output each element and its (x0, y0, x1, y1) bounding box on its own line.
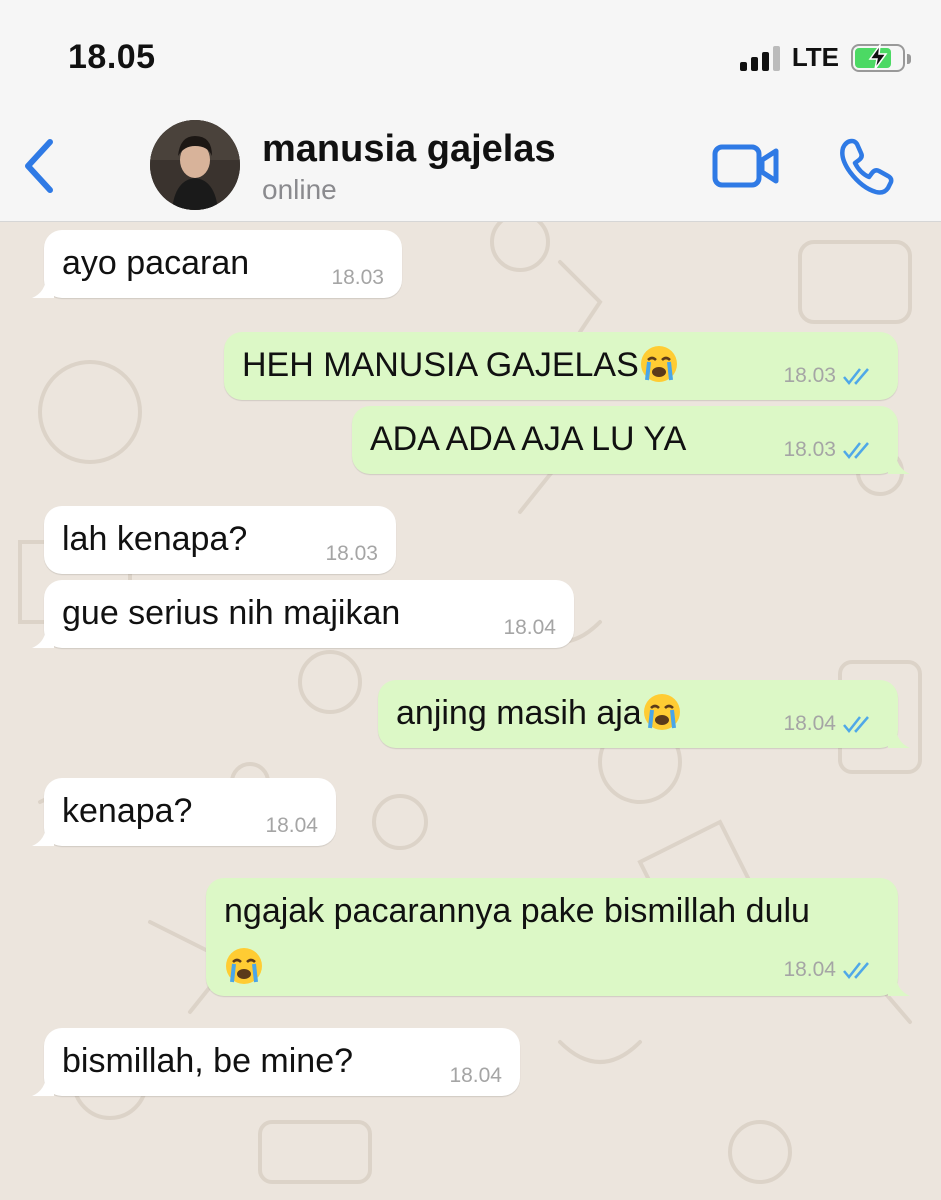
read-ticks-icon (843, 962, 869, 979)
read-ticks-icon (843, 716, 869, 733)
phone-icon (840, 138, 894, 195)
loudly-crying-face-icon (643, 694, 680, 731)
read-ticks-icon (843, 442, 869, 459)
message-time: 18.04 (265, 814, 318, 837)
loudly-crying-face-icon (640, 346, 677, 383)
contact-status: online (262, 174, 337, 205)
video-call-button[interactable] (712, 142, 780, 190)
contact-avatar[interactable] (150, 120, 240, 210)
message-text: lah kenapa? (62, 520, 248, 558)
message-time: 18.04 (503, 616, 556, 639)
video-call-icon (712, 144, 779, 188)
message-outgoing[interactable]: ADA ADA AJA LU YA 18.03 (352, 406, 910, 474)
chat-area[interactable]: ayo pacaran 18.03 HEH MANUSIA GAJELAS 18… (0, 222, 941, 1200)
message-time: 18.03 (783, 438, 836, 461)
chat-header: manusia gajelas online (0, 110, 941, 222)
message-text: ngajak pacarannya pake bismillah dulu (224, 892, 810, 930)
message-outgoing[interactable]: HEH MANUSIA GAJELAS 18.03 (224, 332, 898, 400)
message-text: ayo pacaran (62, 244, 250, 282)
message-text: ADA ADA AJA LU YA (370, 420, 687, 458)
contact-name[interactable]: manusia gajelas (262, 128, 556, 171)
message-text: gue serius nih majikan (62, 594, 401, 632)
message-incoming[interactable]: kenapa? 18.04 (32, 778, 336, 846)
signal-icon (739, 45, 780, 71)
loudly-crying-face-icon (226, 948, 262, 984)
status-bar: 18.05 LTE (0, 0, 941, 110)
message-text: kenapa? (62, 792, 193, 830)
status-time: 18.05 (68, 38, 156, 76)
read-ticks-icon (843, 368, 869, 385)
message-outgoing[interactable]: ngajak pacarannya pake bismillah dulu 18… (206, 878, 910, 996)
battery-icon (851, 43, 911, 72)
message-incoming[interactable]: ayo pacaran 18.03 (32, 230, 402, 298)
message-incoming[interactable]: gue serius nih majikan 18.04 (32, 580, 574, 648)
message-time: 18.04 (449, 1064, 502, 1087)
message-text: bismillah, be mine? (62, 1042, 354, 1080)
message-time: 18.03 (783, 364, 836, 387)
message-time: 18.04 (783, 712, 836, 735)
message-time: 18.04 (783, 958, 836, 981)
message-text: HEH MANUSIA GAJELAS (242, 346, 679, 385)
back-button[interactable] (18, 136, 62, 196)
status-indicators: LTE (739, 42, 911, 73)
back-chevron-icon (25, 139, 53, 193)
message-time: 18.03 (331, 266, 384, 289)
voice-call-button[interactable] (838, 136, 894, 196)
network-label: LTE (791, 42, 839, 72)
message-incoming[interactable]: bismillah, be mine? 18.04 (32, 1028, 520, 1096)
message-outgoing[interactable]: anjing masih aja 18.04 (378, 680, 910, 748)
message-incoming[interactable]: lah kenapa? 18.03 (44, 506, 396, 574)
message-time: 18.03 (325, 542, 378, 565)
message-text: anjing masih aja (396, 694, 682, 733)
